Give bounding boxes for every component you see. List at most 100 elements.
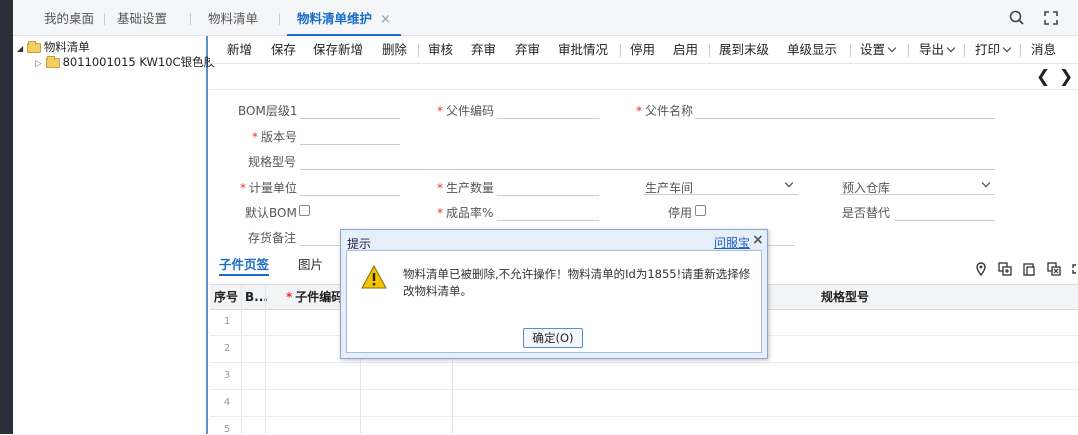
chevron-down-icon	[981, 178, 991, 188]
next-record-icon[interactable]: ❯	[1059, 68, 1073, 86]
disabled-label: 停用	[668, 206, 693, 220]
tab-bar: 我的桌面 基础设置 物料清单 物料清单维护 ×	[13, 0, 1078, 36]
col-child-code-header[interactable]: * 子件编码	[286, 285, 343, 309]
table-row-number: 4	[223, 397, 231, 408]
tree-root-label: 物料清单	[43, 40, 90, 54]
parent-code-label: * 父件编码	[437, 104, 495, 118]
col-seq-header: 序号	[214, 290, 239, 304]
tree-panel: ◢ 物料清单 ▷ 8011001015 KW10C银色胶	[13, 36, 215, 434]
default-bom-label: 默认BOM	[245, 206, 297, 220]
ok-button[interactable]: 确定(O)	[523, 328, 583, 348]
col-spec-header[interactable]: 规格型号	[821, 285, 869, 309]
workshop-select[interactable]	[643, 177, 798, 195]
folder-icon	[26, 40, 41, 53]
version-label: * 版本号	[252, 130, 298, 144]
tree-item-kw10c[interactable]: ▷ 8011001015 KW10C银色胶	[35, 53, 215, 71]
yield-rate-field[interactable]	[497, 205, 599, 221]
spec-field[interactable]	[300, 154, 995, 170]
search-icon[interactable]	[1008, 9, 1026, 27]
grid-divider	[241, 284, 242, 434]
toolbar: 新增 保存 保存新增 删除 审核 弃审 弃审 审批情况 停用 启用 展到末级 单…	[210, 36, 1078, 64]
spec-label: 规格型号	[248, 155, 297, 169]
tree-collapse-icon[interactable]: ◢	[17, 44, 23, 53]
single-level-button[interactable]: 单级显示	[787, 36, 837, 64]
tab-child-items[interactable]: 子件页签	[219, 254, 270, 276]
chevron-down-icon	[887, 43, 897, 53]
help-link[interactable]: 问服宝	[714, 234, 750, 251]
grid-row-line	[210, 416, 1078, 417]
table-row-number: 1	[223, 316, 231, 327]
version-field[interactable]	[300, 129, 400, 145]
folder-icon	[45, 55, 60, 68]
unit-field[interactable]	[300, 180, 400, 196]
settings-dropdown[interactable]: 设置	[860, 36, 897, 64]
paste-row-icon[interactable]	[1022, 262, 1036, 276]
fullscreen-icon[interactable]	[1042, 9, 1060, 27]
settings-label: 设置	[860, 42, 886, 57]
print-label: 打印	[975, 42, 1001, 57]
alert-dialog: 提示 问服宝 × 物料清单已被删除,不允许操作！物料清单的Id为1855!请重新…	[340, 229, 768, 359]
delete-row-icon[interactable]	[1047, 262, 1061, 276]
print-dropdown[interactable]: 打印	[975, 36, 1012, 64]
parent-name-field[interactable]	[695, 103, 995, 119]
close-icon[interactable]: ×	[752, 232, 764, 248]
toolbar-separator	[908, 44, 909, 57]
save-button[interactable]: 保存	[271, 36, 296, 64]
approval-status-button[interactable]: 审批情况	[558, 36, 608, 64]
abandon-audit-button[interactable]: 弃审	[471, 36, 496, 64]
chevron-down-icon	[1002, 43, 1012, 53]
bom-level-field[interactable]	[300, 103, 400, 119]
save-new-button[interactable]: 保存新增	[313, 36, 363, 64]
grid-row-line	[210, 362, 1078, 363]
tree-item-label: 8011001015 KW10C银色胶	[62, 55, 216, 69]
delete-button[interactable]: 删除	[382, 36, 407, 64]
expand-to-last-button[interactable]: 展到末级	[719, 36, 769, 64]
audit-button[interactable]: 审核	[428, 36, 453, 64]
parent-code-field[interactable]	[497, 103, 599, 119]
table-row-number: 5	[223, 424, 231, 435]
yield-rate-label: * 成品率%	[437, 206, 494, 220]
tab-bom[interactable]: 物料清单	[208, 0, 258, 36]
grid-divider	[265, 284, 266, 434]
table-row-number: 3	[223, 370, 231, 381]
substitute-label: 是否替代	[842, 206, 891, 220]
toolbar-separator	[850, 44, 851, 57]
warehouse-select[interactable]	[840, 177, 995, 195]
location-icon[interactable]	[974, 262, 988, 276]
disabled-checkbox[interactable]	[695, 205, 706, 216]
tab-separator	[279, 13, 280, 25]
export-dropdown[interactable]: 导出	[919, 36, 956, 64]
prod-qty-label: * 生产数量	[437, 181, 495, 195]
tab-images[interactable]: 图片	[298, 254, 323, 276]
stock-note-label: 存货备注	[248, 231, 297, 245]
disable-button[interactable]: 停用	[630, 36, 655, 64]
enable-button[interactable]: 启用	[673, 36, 698, 64]
tree-expand-icon[interactable]: ▷	[35, 59, 42, 69]
abandon-audit-button-2[interactable]: 弃审	[515, 36, 540, 64]
tab-bom-maintenance[interactable]: 物料清单维护 ×	[287, 0, 401, 36]
copy-row-icon[interactable]	[998, 262, 1012, 276]
toolbar-separator	[620, 44, 621, 57]
prod-qty-field[interactable]	[497, 180, 599, 196]
warning-icon	[361, 265, 387, 289]
tab-desktop[interactable]: 我的桌面	[44, 0, 94, 36]
export-label: 导出	[919, 42, 945, 57]
grid-row-line	[210, 389, 1078, 390]
bom-level-label: BOM层级1	[238, 104, 298, 118]
chevron-down-icon	[946, 43, 956, 53]
record-nav-bar: ❮ ❯	[210, 64, 1078, 90]
tab-basic-settings[interactable]: 基础设置	[117, 0, 167, 36]
unit-label: * 计量单位	[240, 181, 298, 195]
toolbar-separator	[964, 44, 965, 57]
new-button[interactable]: 新增	[227, 36, 252, 64]
substitute-field[interactable]	[895, 205, 995, 221]
prev-record-icon[interactable]: ❮	[1036, 68, 1050, 86]
expand-grid-icon[interactable]	[1070, 262, 1078, 276]
tab-close-icon[interactable]: ×	[380, 12, 391, 27]
toolbar-separator	[1020, 44, 1021, 57]
left-nav-strip	[0, 0, 13, 434]
default-bom-checkbox[interactable]	[299, 205, 310, 216]
tab-separator	[104, 13, 105, 25]
message-button[interactable]: 消息	[1031, 36, 1056, 64]
tab-label: 物料清单维护	[297, 11, 373, 26]
